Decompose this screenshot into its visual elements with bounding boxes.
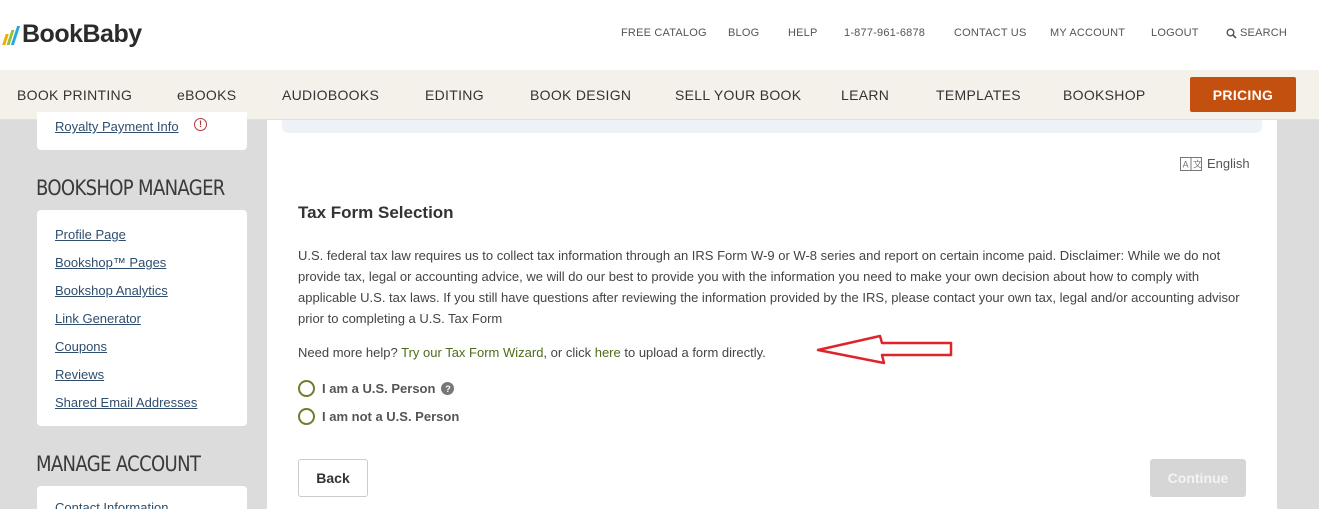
logout-link[interactable]: LOGOUT	[1151, 27, 1199, 39]
header: BookBaby FREE CATALOG BLOG HELP 1-877-96…	[0, 0, 1319, 70]
search-label: SEARCH	[1240, 27, 1288, 39]
radio-us-person-input[interactable]	[298, 380, 315, 397]
profile-page-link[interactable]: Profile Page	[55, 227, 126, 242]
pricing-button[interactable]: PRICING	[1190, 77, 1296, 112]
utility-nav: FREE CATALOG BLOG HELP 1-877-961-6878 CO…	[0, 27, 1319, 41]
upload-here-link[interactable]: here	[595, 345, 621, 360]
warning-icon: !	[194, 118, 207, 131]
nav-ebooks[interactable]: eBOOKS	[177, 87, 236, 103]
language-label: English	[1207, 156, 1250, 171]
language-selector[interactable]: A 文 English	[1180, 156, 1250, 171]
nav-audiobooks[interactable]: AUDIOBOOKS	[282, 87, 379, 103]
help-suffix: to upload a form directly.	[624, 345, 766, 360]
tax-form-wizard-link[interactable]: Try our Tax Form Wizard	[401, 345, 543, 360]
svg-text:A: A	[1183, 160, 1190, 170]
radio-not-us-person-label: I am not a U.S. Person	[322, 409, 460, 424]
search-link[interactable]: SEARCH	[1226, 27, 1287, 39]
nav-book-design[interactable]: BOOK DESIGN	[530, 87, 631, 103]
back-button[interactable]: Back	[298, 459, 368, 497]
bookshop-analytics-link[interactable]: Bookshop Analytics	[55, 283, 168, 298]
contact-us-link[interactable]: CONTACT US	[954, 27, 1027, 39]
question-icon[interactable]: ?	[441, 382, 455, 395]
panel-top-strip	[282, 120, 1262, 133]
phone-link[interactable]: 1-877-961-6878	[844, 27, 925, 39]
nav-editing[interactable]: EDITING	[425, 87, 484, 103]
free-catalog-link[interactable]: FREE CATALOG	[621, 27, 707, 39]
bookshop-pages-link[interactable]: Bookshop™ Pages	[55, 255, 166, 270]
disclaimer-text: U.S. federal tax law requires us to coll…	[298, 248, 1240, 326]
blog-link[interactable]: BLOG	[728, 27, 759, 39]
red-arrow-annotation	[816, 334, 953, 365]
radio-us-person[interactable]: I am a U.S. Person ?	[298, 380, 455, 397]
help-line: Need more help? Try our Tax Form Wizard,…	[298, 345, 766, 360]
link-generator-link[interactable]: Link Generator	[55, 311, 141, 326]
help-middle: , or click	[543, 345, 592, 360]
help-prefix: Need more help?	[298, 345, 398, 360]
bookshop-manager-heading: BOOKSHOP MANAGER	[36, 176, 225, 200]
svg-text:文: 文	[1193, 158, 1202, 170]
radio-us-person-label: I am a U.S. Person	[322, 381, 436, 396]
nav-sell-your-book[interactable]: SELL YOUR BOOK	[675, 87, 801, 103]
manage-account-heading: MANAGE ACCOUNT	[36, 452, 201, 476]
search-icon	[1226, 28, 1237, 39]
continue-button[interactable]: Continue	[1150, 459, 1246, 497]
nav-book-printing[interactable]: BOOK PRINTING	[17, 87, 132, 103]
shared-email-addresses-link[interactable]: Shared Email Addresses	[55, 395, 197, 410]
translate-icon: A 文	[1180, 156, 1202, 171]
help-link[interactable]: HELP	[788, 27, 818, 39]
reviews-link[interactable]: Reviews	[55, 367, 104, 382]
radio-not-us-person-input[interactable]	[298, 408, 315, 425]
my-account-link[interactable]: MY ACCOUNT	[1050, 27, 1125, 39]
page-title: Tax Form Selection	[298, 203, 454, 222]
radio-not-us-person[interactable]: I am not a U.S. Person	[298, 408, 459, 425]
contact-information-link[interactable]: Contact Information	[55, 500, 168, 509]
nav-learn[interactable]: LEARN	[841, 87, 889, 103]
nav-templates[interactable]: TEMPLATES	[936, 87, 1021, 103]
nav-bookshop[interactable]: BOOKSHOP	[1063, 87, 1146, 103]
royalty-payment-info-link[interactable]: Royalty Payment Info	[55, 119, 179, 134]
coupons-link[interactable]: Coupons	[55, 339, 107, 354]
